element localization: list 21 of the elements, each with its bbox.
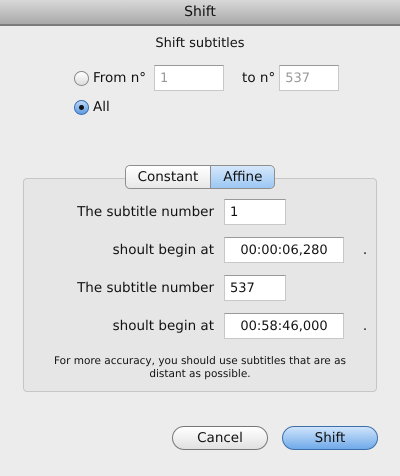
time-field[interactable]: 00:58:46,000 <box>224 313 344 339</box>
hint-text: For more accuracy, you should use subtitles that are as distant as possible. <box>52 354 348 382</box>
default-button[interactable]: Shift <box>282 426 378 450</box>
field-label: shoult begin at <box>112 242 214 258</box>
radio-label: From n° <box>93 70 146 86</box>
radio-label: All <box>93 99 110 115</box>
tab[interactable]: Affine <box>210 166 274 188</box>
time-field[interactable]: 00:00:06,280 <box>224 237 344 263</box>
period-text: . <box>362 242 368 258</box>
field-label: The subtitle number <box>76 280 214 296</box>
period-text: . <box>362 318 368 334</box>
field-label: shoult begin at <box>112 318 214 334</box>
to-label: to n° <box>242 70 276 86</box>
button[interactable]: Cancel <box>172 426 268 450</box>
field-label: The subtitle number <box>76 204 214 220</box>
section-heading: Shift subtitles <box>154 36 246 51</box>
radio-button[interactable] <box>74 100 89 114</box>
tab[interactable]: Constant <box>126 166 210 188</box>
window-title: Shift <box>0 0 400 26</box>
number-field[interactable]: 1 <box>224 199 286 225</box>
number-field[interactable]: 537 <box>224 275 286 301</box>
